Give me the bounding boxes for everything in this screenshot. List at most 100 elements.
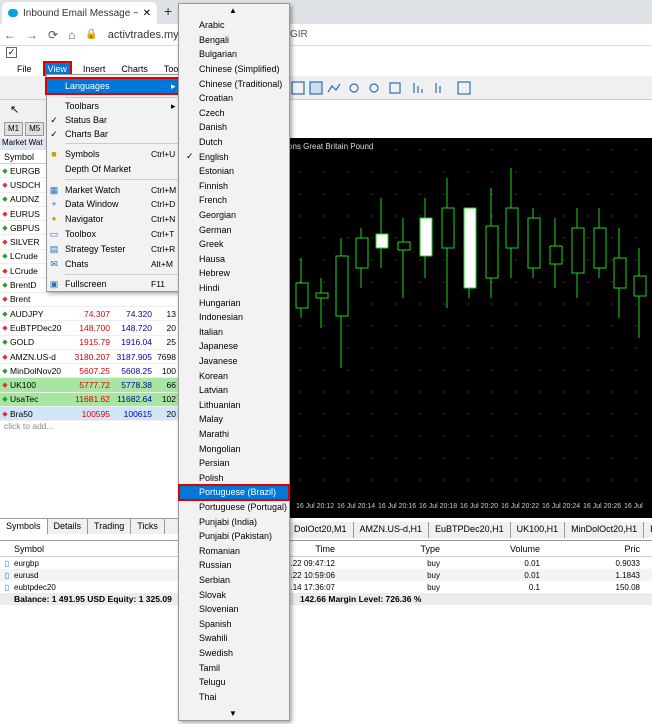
language-item[interactable]: Lithuanian bbox=[179, 398, 289, 413]
menu-status-bar[interactable]: ✓ Status Bar bbox=[47, 113, 181, 127]
col-price-header[interactable]: Pric bbox=[540, 544, 641, 554]
cursor-icon[interactable]: ↖ bbox=[10, 103, 19, 116]
language-item[interactable]: Japanese bbox=[179, 339, 289, 354]
language-item[interactable]: Slovak bbox=[179, 587, 289, 602]
language-item[interactable]: Dutch bbox=[179, 135, 289, 150]
language-item[interactable]: Swedish bbox=[179, 646, 289, 661]
language-item[interactable]: Slovenian bbox=[179, 602, 289, 617]
forward-icon[interactable]: → bbox=[26, 28, 38, 42]
language-item[interactable]: Arabic bbox=[179, 18, 289, 33]
language-item[interactable]: Marathi bbox=[179, 427, 289, 442]
language-item[interactable]: Croatian bbox=[179, 91, 289, 106]
timeframe-m1[interactable]: M1 bbox=[4, 122, 24, 136]
menu-strategy-tester[interactable]: ▤ Strategy Tester Ctrl+R bbox=[47, 242, 181, 256]
language-item[interactable]: Hindi bbox=[179, 281, 289, 296]
list-item[interactable]: ◆ UK100 5777.72 5778.38 66 bbox=[0, 378, 179, 393]
tab-trading[interactable]: Trading bbox=[88, 519, 132, 534]
language-item[interactable]: Bengali bbox=[179, 33, 289, 48]
chart-tab[interactable]: MinDolOct20,H1 bbox=[565, 522, 645, 538]
menu-data-window[interactable]: + Data Window Ctrl+D bbox=[47, 197, 181, 211]
language-item[interactable]: Punjabi (Pakistan) bbox=[179, 529, 289, 544]
checkbox-icon[interactable]: ✓ bbox=[6, 47, 17, 58]
list-item[interactable]: ◆ AUDJPY 74.307 74.320 13 bbox=[0, 306, 179, 322]
list-item[interactable]: ◆ MinDolNov20 5607.25 5608.25 100 bbox=[0, 364, 179, 379]
language-item[interactable]: Serbian bbox=[179, 573, 289, 588]
language-item[interactable]: Indonesian bbox=[179, 310, 289, 325]
menu-charts-bar[interactable]: ✓ Charts Bar bbox=[47, 127, 181, 141]
language-item[interactable]: Latvian bbox=[179, 383, 289, 398]
language-item[interactable]: Hungarian bbox=[179, 295, 289, 310]
table-row[interactable]: ▯eubtpdec2029088210.14 17:36:07buy0.1150… bbox=[0, 581, 652, 593]
language-item[interactable]: Telugu bbox=[179, 675, 289, 690]
chart-tab[interactable]: AMZN.US-d,H1 bbox=[354, 522, 430, 538]
reload-icon[interactable]: ⟳ bbox=[48, 28, 58, 42]
language-item[interactable]: Javanese bbox=[179, 354, 289, 369]
language-item[interactable]: French bbox=[179, 193, 289, 208]
col-type-header[interactable]: Type bbox=[335, 544, 440, 554]
language-item[interactable]: Bulgarian bbox=[179, 47, 289, 62]
price-chart[interactable]: ons Great Britain Pound 16 Jul 20:12 16 J… bbox=[288, 138, 652, 518]
back-icon[interactable]: ← bbox=[4, 28, 16, 42]
click-to-add[interactable]: click to add... bbox=[0, 421, 179, 431]
chart-tab[interactable]: UK100,H1 bbox=[511, 522, 566, 538]
language-item[interactable]: Tamil bbox=[179, 660, 289, 675]
timeframe-m5[interactable]: M5 bbox=[25, 122, 45, 136]
language-item[interactable]: Hebrew bbox=[179, 266, 289, 281]
col-symbol[interactable]: Symbol bbox=[4, 152, 34, 162]
language-item[interactable]: Chinese (Simplified) bbox=[179, 62, 289, 77]
scroll-up-icon[interactable]: ▲ bbox=[229, 6, 237, 15]
new-tab-button[interactable]: + bbox=[164, 3, 172, 19]
menu-toolbars[interactable]: Toolbars ▸ bbox=[47, 99, 181, 113]
language-item[interactable]: Danish bbox=[179, 120, 289, 135]
language-item[interactable]: ✓ English bbox=[179, 149, 289, 164]
tab-symbols[interactable]: Symbols bbox=[0, 519, 48, 534]
language-item[interactable]: Persian bbox=[179, 456, 289, 471]
menu-navigator[interactable]: ✦ Navigator Ctrl+N bbox=[47, 212, 181, 226]
language-item[interactable]: Mongolian bbox=[179, 441, 289, 456]
toolbar-icons[interactable] bbox=[290, 80, 520, 96]
language-item[interactable]: Italian bbox=[179, 325, 289, 340]
menu-fullscreen[interactable]: ▣ Fullscreen F11 bbox=[47, 277, 181, 291]
home-icon[interactable]: ⌂ bbox=[68, 28, 75, 42]
menu-market-watch[interactable]: ▦ Market Watch Ctrl+M bbox=[47, 183, 181, 197]
chart-tab[interactable]: Bra50Oct2 bbox=[644, 522, 652, 538]
tab-details[interactable]: Details bbox=[48, 519, 89, 534]
menu-languages[interactable]: Languages ▸ bbox=[45, 77, 183, 95]
browser-tab[interactable]: Inbound Email Message ~ Salesf ✕ bbox=[2, 2, 157, 24]
chart-tab[interactable]: DolOct20,M1 bbox=[288, 522, 354, 538]
tab-ticks[interactable]: Ticks bbox=[131, 519, 165, 534]
table-row[interactable]: ▯eurusd29144110.22 10:59:06buy0.011.1843 bbox=[0, 569, 652, 581]
menu-file[interactable]: File bbox=[14, 63, 35, 76]
menu-depth-of-market[interactable]: Depth Of Market bbox=[47, 162, 181, 176]
language-item[interactable]: Malay bbox=[179, 412, 289, 427]
language-item[interactable]: Chinese (Traditional) bbox=[179, 76, 289, 91]
language-item[interactable]: Greek bbox=[179, 237, 289, 252]
list-item[interactable]: ◆ EuBTPDec20 148.700 148.720 20 bbox=[0, 321, 179, 336]
language-item[interactable]: Korean bbox=[179, 368, 289, 383]
scroll-down-icon[interactable]: ▼ bbox=[229, 709, 237, 718]
language-item[interactable]: Polish bbox=[179, 471, 289, 486]
chart-tab[interactable]: EuBTPDec20,H1 bbox=[429, 522, 511, 538]
language-item[interactable]: Swahili bbox=[179, 631, 289, 646]
language-item[interactable]: Spanish bbox=[179, 617, 289, 632]
language-item[interactable]: Thai bbox=[179, 690, 289, 705]
language-item[interactable]: Czech bbox=[179, 106, 289, 121]
language-item[interactable]: Hausa bbox=[179, 252, 289, 267]
language-item[interactable]: Punjabi (India) bbox=[179, 514, 289, 529]
close-tab-icon[interactable]: ✕ bbox=[143, 8, 151, 19]
col-volume-header[interactable]: Volume bbox=[440, 544, 540, 554]
menu-toolbox[interactable]: ▭ Toolbox Ctrl+T bbox=[47, 227, 181, 241]
language-item[interactable]: Portuguese (Brazil) bbox=[178, 484, 290, 501]
list-item[interactable]: ◆ Brent bbox=[0, 292, 179, 307]
language-item[interactable]: Russian bbox=[179, 558, 289, 573]
list-item[interactable]: ◆ UsaTec 11681.62 11682.64 102 bbox=[0, 392, 179, 408]
language-item[interactable]: Estonian bbox=[179, 164, 289, 179]
table-row[interactable]: ▯eurgbp29143910.22 09:47:12buy0.010.9033 bbox=[0, 557, 652, 569]
language-item[interactable]: German bbox=[179, 222, 289, 237]
language-item[interactable]: Georgian bbox=[179, 208, 289, 223]
col-symbol-header[interactable]: Symbol bbox=[0, 544, 150, 554]
language-item[interactable]: Portuguese (Portugal) bbox=[179, 500, 289, 515]
list-item[interactable]: ◆ Bra50 100595 100615 20 bbox=[0, 407, 179, 422]
language-item[interactable]: Romanian bbox=[179, 544, 289, 559]
list-item[interactable]: ◆ AMZN.US-d 3180.207 3187.905 7698 bbox=[0, 349, 179, 365]
